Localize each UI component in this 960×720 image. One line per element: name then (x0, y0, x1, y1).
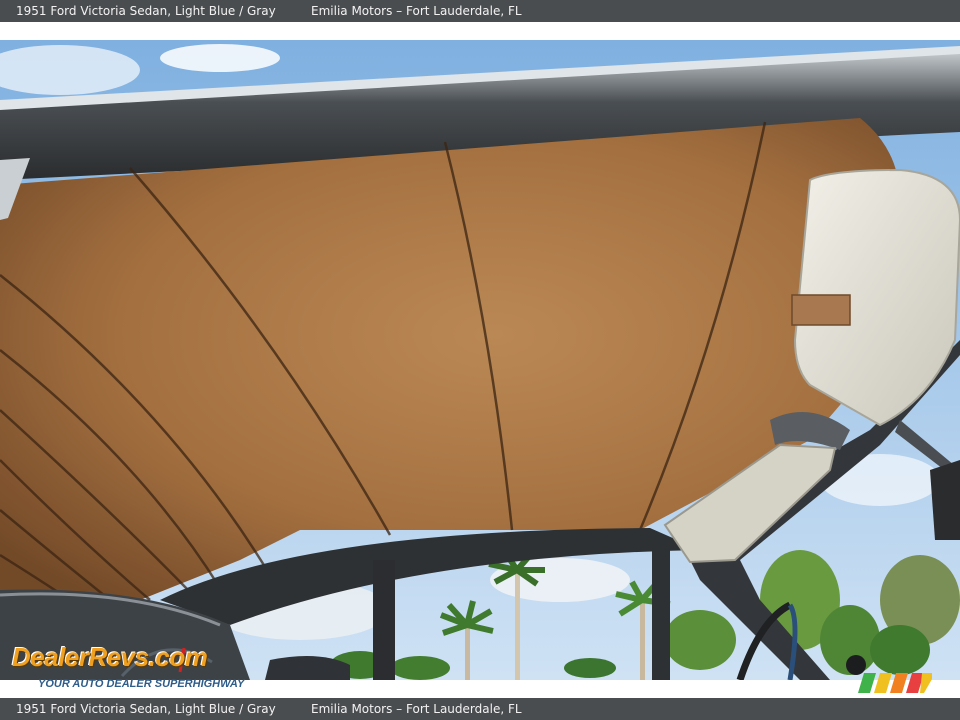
caption-vehicle-colors: Light Blue / Gray (175, 4, 276, 18)
caption-dealer: Emilia Motors – Fort Lauderdale, FL (311, 702, 522, 716)
caption-bar-bottom: 1951 Ford Victoria Sedan, Light Blue / G… (0, 698, 960, 720)
visor-strap (791, 294, 851, 326)
window-pillar (373, 560, 395, 680)
caption-vehicle-colors: Light Blue / Gray (175, 702, 276, 716)
car-interior-photo (0, 40, 960, 680)
page: 1951 Ford Victoria Sedan, Light Blue / G… (0, 0, 960, 720)
caption-bar-top: 1951 Ford Victoria Sedan, Light Blue / G… (0, 0, 960, 22)
logo-wordmark: DealerRevs.com (12, 642, 208, 672)
caption-dealer: Emilia Motors – Fort Lauderdale, FL (311, 4, 522, 18)
brand-stripes-icon (858, 673, 932, 693)
logo-tagline: YOUR AUTO DEALER SUPERHIGHWAY (38, 678, 245, 690)
dealer-revs-logo[interactable]: DealerRevs.com YOUR AUTO DEALER SUPERHIG… (12, 640, 274, 694)
caption-vehicle-title: 1951 Ford Victoria Sedan, (16, 4, 172, 18)
sun-glare (160, 44, 280, 72)
side-mirror (930, 460, 960, 540)
caption-vehicle-title: 1951 Ford Victoria Sedan, (16, 702, 172, 716)
